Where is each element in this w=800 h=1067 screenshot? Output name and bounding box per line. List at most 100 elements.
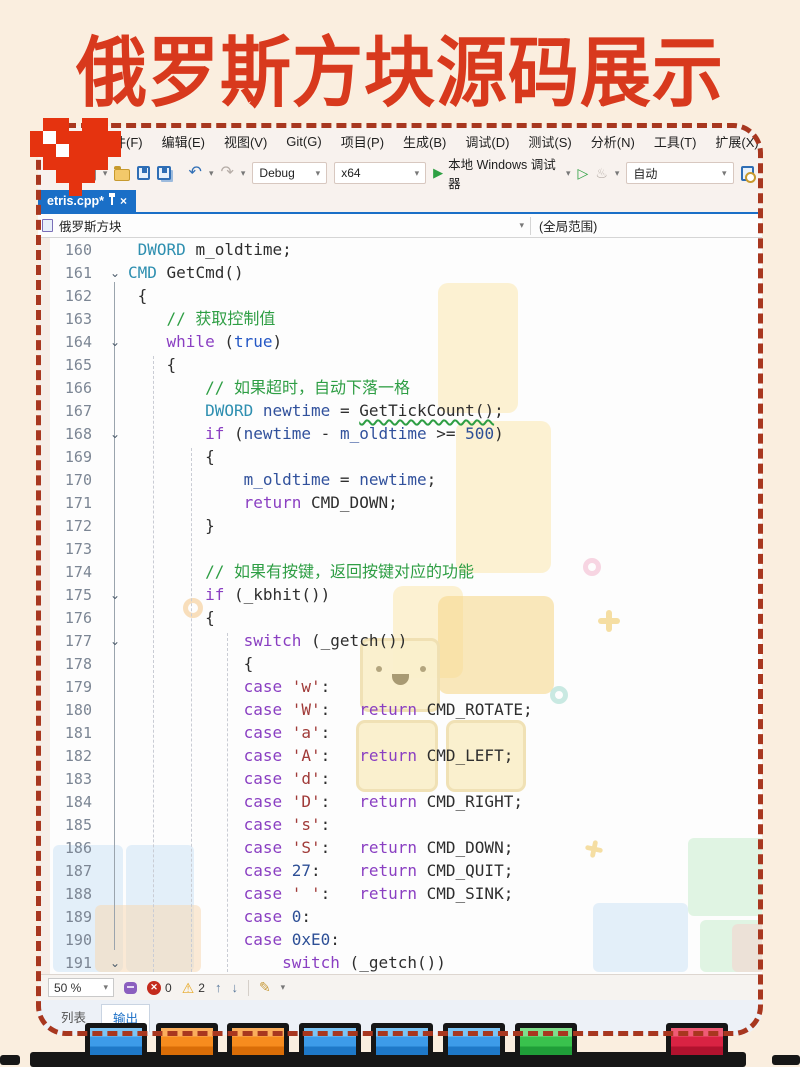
tetris-block-blue [443, 1023, 505, 1060]
save-all-icon[interactable] [157, 166, 171, 180]
save-icon[interactable] [137, 166, 151, 180]
code-cleanup-icon[interactable]: ✎ [259, 979, 271, 996]
code-line: 180 case 'W': return CMD_ROTATE; [38, 698, 762, 721]
fold-chevron-icon[interactable]: ⌄ [102, 266, 128, 280]
chevron-down-icon: ▾ [566, 168, 571, 179]
menu-item[interactable]: 项目(P) [341, 132, 384, 151]
code-text: return CMD_DOWN; [128, 491, 398, 514]
code-line: 174 // 如果有按键，返回按键对应的功能 [38, 560, 762, 583]
line-number: 177 [38, 632, 102, 650]
cpp-file-icon [42, 219, 53, 232]
menu-item[interactable]: 生成(B) [403, 132, 446, 151]
code-line: 178 { [38, 652, 762, 675]
platform-dropdown[interactable]: x64 ▾ [334, 162, 426, 184]
menu-item[interactable]: Git(G) [286, 134, 321, 149]
navigate-back-icon[interactable] [62, 166, 76, 181]
undo-icon[interactable]: ↶ [189, 165, 202, 181]
line-number: 185 [38, 816, 102, 834]
code-line: 189 case 0: [38, 905, 762, 928]
chevron-down-icon[interactable]: ▾ [103, 168, 108, 179]
close-icon[interactable]: × [120, 195, 127, 207]
redo-icon[interactable]: ↷ [220, 165, 233, 181]
fold-chevron-icon[interactable]: ⌄ [102, 427, 128, 441]
line-number: 191 [38, 954, 102, 972]
chevron-down-icon: ▾ [316, 168, 321, 179]
line-number: 172 [38, 517, 102, 535]
line-number: 178 [38, 655, 102, 673]
error-icon: ✕ [147, 981, 161, 995]
chevron-down-icon: ▾ [415, 168, 420, 179]
chevron-down-icon[interactable]: ▾ [209, 168, 214, 179]
menu-item[interactable]: 测试(S) [528, 132, 571, 151]
code-line: 166 // 如果超时，自动下落一格 [38, 376, 762, 399]
page-title: 俄罗斯方块源码展示 [0, 12, 800, 122]
previous-issue-icon[interactable]: ↑ [215, 980, 222, 995]
zoom-dropdown[interactable]: 50 % ▾ [48, 978, 114, 997]
line-number: 180 [38, 701, 102, 719]
open-folder-icon[interactable] [114, 169, 129, 181]
project-scope-dropdown[interactable]: 俄罗斯方块 ▾ [38, 216, 530, 235]
tetris-block-blue [85, 1023, 147, 1060]
code-text: case 0: [128, 905, 311, 928]
code-line: 190 case 0xE0: [38, 928, 762, 951]
new-file-icon[interactable] [83, 166, 95, 181]
code-line: 160 DWORD m_oldtime; [38, 238, 762, 261]
menu-item[interactable]: 调试(D) [465, 132, 509, 151]
code-line: 170 m_oldtime = newtime; [38, 468, 762, 491]
code-line: 185 case 's': [38, 813, 762, 836]
menu-item[interactable]: 视图(V) [224, 132, 267, 151]
toolbar: ▾ ↶ ▾ ↷ ▾ Debug ▾ x64 ▾ ▶ 本地 Windows 调试器… [38, 156, 762, 190]
line-number: 171 [38, 494, 102, 512]
error-count[interactable]: ✕ 0 [147, 981, 172, 995]
warning-icon: ⚠ [182, 981, 195, 995]
line-number: 182 [38, 747, 102, 765]
code-text: // 如果超时，自动下落一格 [128, 376, 410, 399]
menu-item[interactable]: 扩展(X) [715, 132, 758, 151]
menu-item[interactable]: 工具(T) [654, 132, 697, 151]
tetris-block-green [515, 1023, 577, 1060]
menu-item[interactable]: 分析(N) [591, 132, 635, 151]
start-without-debug-icon[interactable]: ▷ [578, 165, 589, 182]
chevron-down-icon[interactable]: ▾ [241, 168, 246, 179]
code-line: 182 case 'A': return CMD_LEFT; [38, 744, 762, 767]
menu-item[interactable]: 文件(F) [100, 132, 143, 151]
profile-dropdown[interactable]: 自动 ▾ [626, 162, 733, 184]
code-text: if (_kbhit()) [128, 583, 330, 606]
line-number: 161 [38, 264, 102, 282]
code-text: { [128, 445, 215, 468]
start-debug-button[interactable]: ▶ 本地 Windows 调试器 ▾ [433, 154, 570, 192]
line-number: 175 [38, 586, 102, 604]
member-scope-dropdown[interactable]: (全局范围) [531, 216, 762, 235]
fold-chevron-icon[interactable]: ⌄ [102, 588, 128, 602]
hot-reload-icon[interactable]: ♨ [595, 165, 608, 182]
find-in-files-icon[interactable] [741, 166, 755, 181]
code-text: case 'S': return CMD_DOWN; [128, 836, 513, 859]
line-number: 162 [38, 287, 102, 305]
warning-count[interactable]: ⚠ 2 [182, 981, 205, 995]
chevron-down-icon[interactable]: ▾ [281, 982, 286, 993]
line-number: 190 [38, 931, 102, 949]
tab-tetris-cpp[interactable]: etris.cpp* × [38, 190, 136, 212]
platform-value: x64 [341, 166, 360, 180]
fold-chevron-icon[interactable]: ⌄ [102, 956, 128, 970]
line-number: 184 [38, 793, 102, 811]
pin-icon[interactable] [111, 197, 113, 205]
divider [248, 980, 249, 996]
code-editor[interactable]: 160 DWORD m_oldtime;161⌄CMD GetCmd()162 … [38, 238, 762, 974]
configuration-dropdown[interactable]: Debug ▾ [252, 162, 327, 184]
tetris-block-blue [299, 1023, 361, 1060]
fold-chevron-icon[interactable]: ⌄ [102, 335, 128, 349]
navigation-bar: 俄罗斯方块 ▾ (全局范围) [38, 214, 762, 238]
poster: 俄罗斯方块源码展示 文件(F) 编辑(E) 视图(V) Git(G) 项目(P) 生成(B… [0, 0, 800, 1067]
chevron-down-icon[interactable]: ▾ [615, 168, 620, 179]
bottom-black-bar [0, 1055, 20, 1065]
pixel-heart-icon [43, 118, 56, 131]
fold-chevron-icon[interactable]: ⌄ [102, 634, 128, 648]
line-number: 181 [38, 724, 102, 742]
menu-item[interactable]: 编辑(E) [162, 132, 205, 151]
feedback-icon[interactable] [124, 982, 137, 994]
next-issue-icon[interactable]: ↓ [231, 980, 238, 995]
code-line: 168⌄ if (newtime - m_oldtime >= 500) [38, 422, 762, 445]
line-number: 179 [38, 678, 102, 696]
menu-bar: 文件(F) 编辑(E) 视图(V) Git(G) 项目(P) 生成(B) 调试(D) 测试(S… [38, 126, 762, 156]
